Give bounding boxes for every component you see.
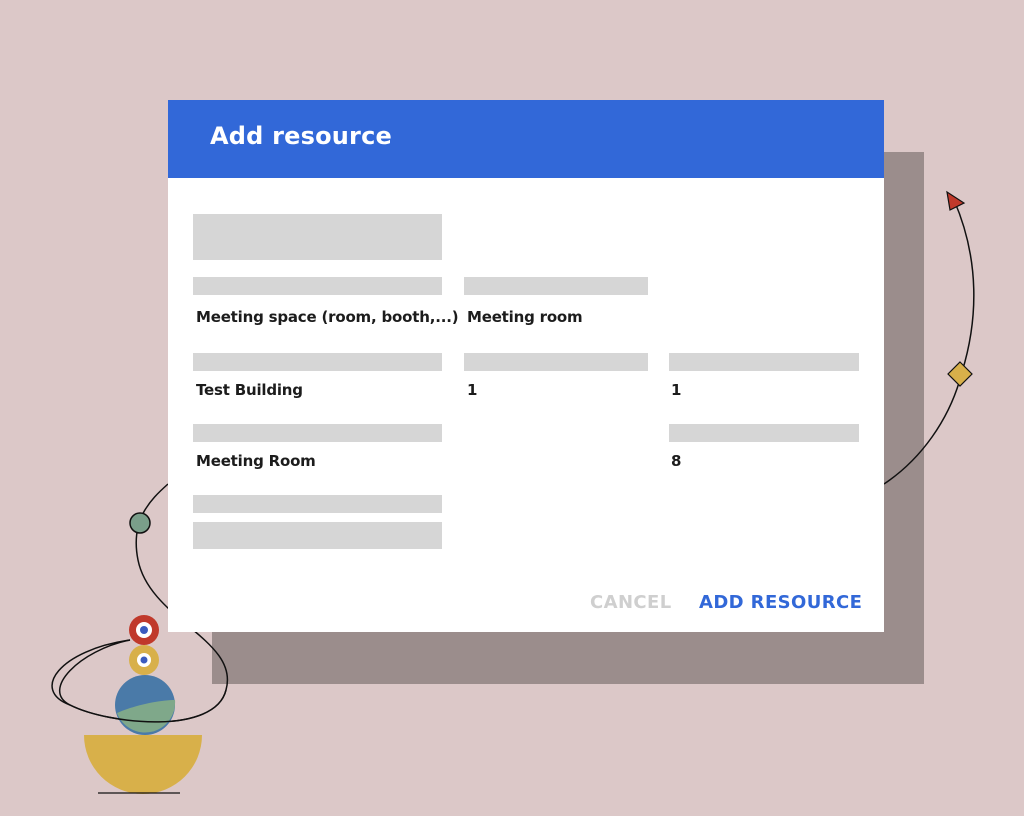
decorative-figures: [58, 190, 973, 794]
triangle-marker-icon: [946, 190, 966, 211]
yellow-bowl-icon: [84, 735, 202, 794]
diamond-marker-icon: [947, 361, 973, 387]
green-node-icon: [129, 512, 151, 534]
